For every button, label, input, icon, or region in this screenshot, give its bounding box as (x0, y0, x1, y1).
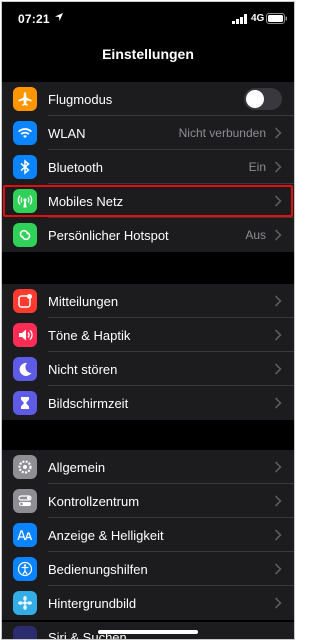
chevron-right-icon (274, 529, 282, 541)
text-size-icon (13, 523, 37, 547)
hotspot-icon (13, 223, 37, 247)
row-label: Bluetooth (48, 159, 103, 175)
row-anzeige-helligkeit[interactable]: Anzeige & Helligkeit (2, 518, 294, 552)
accessibility-icon (13, 557, 37, 581)
notifications-icon (13, 289, 37, 313)
row-allgemein[interactable]: Allgemein (2, 450, 294, 484)
status-time: 07:21 (18, 12, 50, 26)
row-label: Persönlicher Hotspot (48, 227, 169, 243)
row-label: Bildschirmzeit (48, 395, 129, 411)
row-value: Ein (248, 160, 266, 174)
chevron-right-icon (274, 195, 282, 207)
row-value: Nicht verbunden (178, 126, 266, 140)
settings-group-general: Allgemein Kontrollzentrum Anzeige & Hell… (2, 450, 294, 620)
status-bar: 07:21 4G (2, 2, 294, 36)
chevron-right-icon (274, 495, 282, 507)
row-label: Allgemein (48, 459, 106, 475)
row-label: WLAN (48, 125, 86, 141)
airplane-icon (13, 87, 37, 111)
row-label: Mitteilungen (48, 293, 119, 309)
row-bedienungshilfen[interactable]: Bedienungshilfen (2, 552, 294, 586)
row-label: Nicht stören (48, 361, 118, 377)
gear-icon (13, 455, 37, 479)
settings-group-connectivity: Flugmodus WLAN Nicht verbunden Bluetooth… (2, 82, 294, 252)
siri-icon (13, 626, 37, 639)
chevron-right-icon (274, 161, 282, 173)
row-mitteilungen[interactable]: Mitteilungen (2, 284, 294, 318)
chevron-right-icon (274, 295, 282, 307)
row-label: Töne & Haptik (48, 327, 131, 343)
row-bildschirmzeit[interactable]: Bildschirmzeit (2, 386, 294, 420)
row-nicht-stoeren[interactable]: Nicht stören (2, 352, 294, 386)
chevron-right-icon (274, 597, 282, 609)
row-mobiles-netz[interactable]: Mobiles Netz (2, 184, 294, 218)
row-label: Hintergrundbild (48, 595, 137, 611)
battery-icon (266, 13, 287, 24)
location-arrow-icon (55, 13, 63, 21)
row-label: Kontrollzentrum (48, 493, 140, 509)
phone-screen: 07:21 4G Einstellungen Flugmodus WLAN Ni… (1, 1, 295, 640)
chevron-right-icon (274, 397, 282, 409)
wifi-icon (13, 121, 37, 145)
row-label: Flugmodus (48, 91, 113, 107)
toggle-knob (246, 90, 264, 108)
row-value: Aus (245, 228, 266, 242)
chevron-right-icon (274, 229, 282, 241)
chevron-right-icon (274, 329, 282, 341)
row-label: Bedienungshilfen (48, 561, 148, 577)
airplane-mode-toggle[interactable] (244, 88, 282, 110)
page-title: Einstellungen (102, 46, 194, 62)
speaker-icon (13, 323, 37, 347)
hourglass-icon (13, 391, 37, 415)
row-label: Anzeige & Helligkeit (48, 527, 164, 543)
toggles-icon (13, 489, 37, 513)
row-label: Mobiles Netz (48, 193, 124, 209)
chevron-right-icon (274, 363, 282, 375)
row-hintergrundbild[interactable]: Hintergrundbild (2, 586, 294, 620)
cellular-signal-icon (232, 14, 247, 24)
moon-icon (13, 357, 37, 381)
chevron-right-icon (274, 563, 282, 575)
row-wlan[interactable]: WLAN Nicht verbunden (2, 116, 294, 150)
antenna-icon (13, 189, 37, 213)
row-flugmodus[interactable]: Flugmodus (2, 82, 294, 116)
chevron-right-icon (274, 461, 282, 473)
network-type: 4G (251, 13, 265, 24)
row-hotspot[interactable]: Persönlicher Hotspot Aus (2, 218, 294, 252)
row-kontrollzentrum[interactable]: Kontrollzentrum (2, 484, 294, 518)
home-indicator[interactable] (98, 630, 198, 634)
flower-icon (13, 591, 37, 615)
chevron-right-icon (274, 127, 282, 139)
row-toene-haptik[interactable]: Töne & Haptik (2, 318, 294, 352)
bluetooth-icon (13, 155, 37, 179)
row-bluetooth[interactable]: Bluetooth Ein (2, 150, 294, 184)
settings-group-notifications: Mitteilungen Töne & Haptik Nicht stören … (2, 284, 294, 420)
